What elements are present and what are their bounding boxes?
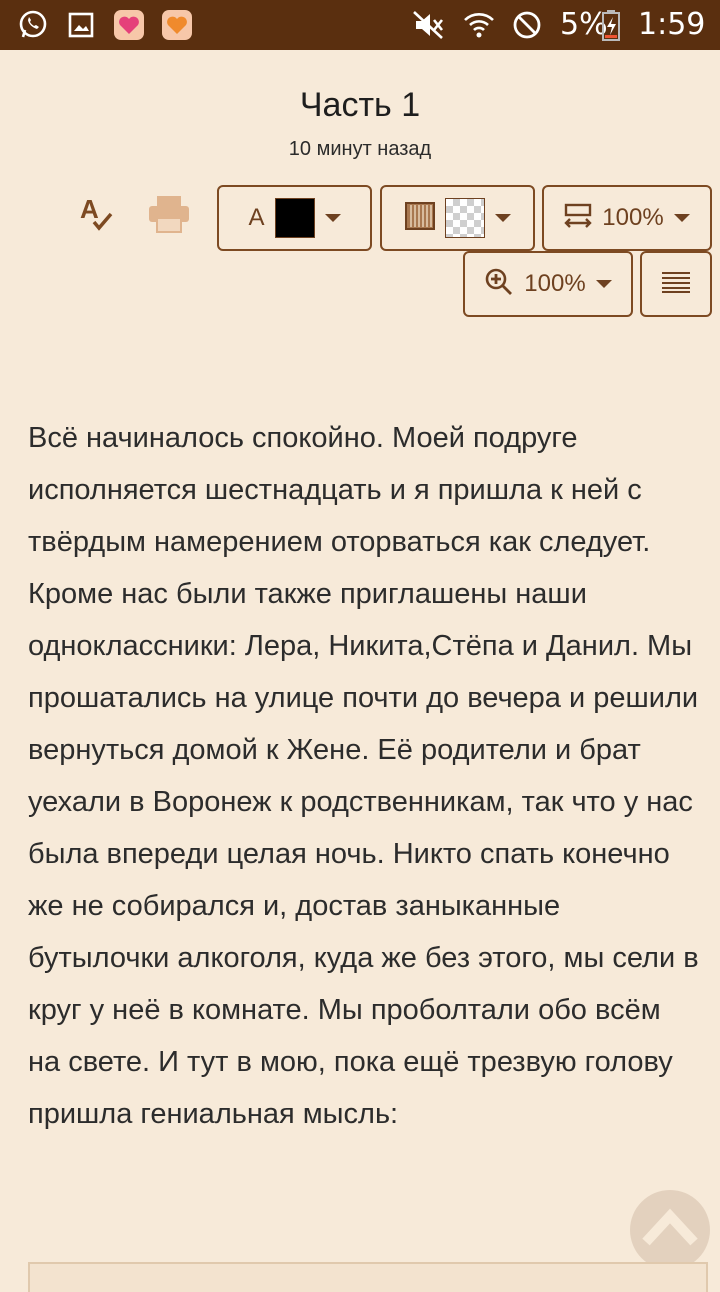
chevron-down-icon xyxy=(494,214,511,222)
wifi-icon xyxy=(462,8,496,42)
updated-time: 10 минут назад xyxy=(288,138,432,160)
comment-box xyxy=(28,1262,708,1292)
background-swatch xyxy=(444,198,485,238)
text-width-dropdown[interactable]: 100% xyxy=(542,185,712,251)
book-texture-icon xyxy=(404,201,435,235)
mute-icon xyxy=(412,8,446,42)
text-align-button[interactable] xyxy=(640,251,712,317)
zoom-in-icon xyxy=(484,267,514,302)
story-text: Всё начиналось спокойно. Моей подруге ис… xyxy=(28,422,699,1130)
font-color-dropdown[interactable]: A xyxy=(217,185,372,251)
spellcheck-icon[interactable]: A xyxy=(74,192,118,236)
svg-text:A: A xyxy=(80,194,99,224)
clock: 1:59 xyxy=(638,7,706,42)
chevron-down-icon xyxy=(324,214,341,222)
background-dropdown[interactable] xyxy=(380,185,535,251)
chapter-title: Часть 1 xyxy=(299,86,421,124)
chevron-down-icon xyxy=(673,214,690,222)
do-not-disturb-icon xyxy=(510,8,544,42)
width-icon xyxy=(564,202,592,235)
font-color-swatch xyxy=(274,198,315,238)
print-icon[interactable] xyxy=(146,192,192,236)
font-color-label: A xyxy=(248,204,265,231)
chevron-down-icon xyxy=(595,280,612,288)
status-bar: 5% 1:59 xyxy=(0,0,720,50)
heart-app-icon xyxy=(160,8,194,42)
battery-charging-icon xyxy=(600,8,622,42)
heart-app-icon xyxy=(112,8,146,42)
scroll-to-top-button[interactable] xyxy=(630,1190,710,1270)
gallery-icon xyxy=(64,8,98,42)
justify-icon xyxy=(661,270,691,299)
zoom-value: 100% xyxy=(524,270,586,297)
text-width-value: 100% xyxy=(602,204,664,231)
zoom-dropdown[interactable]: 100% xyxy=(463,251,633,317)
whatsapp-icon xyxy=(16,8,50,42)
chevron-up-icon xyxy=(642,1208,698,1253)
